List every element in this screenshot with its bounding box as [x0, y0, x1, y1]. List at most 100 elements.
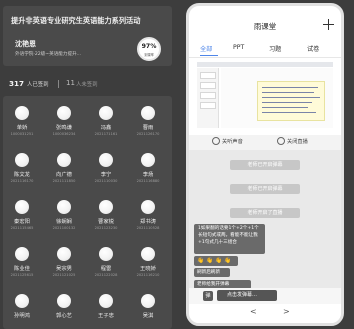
tab-ppt[interactable]: PPT	[233, 44, 244, 51]
content-tabs: 全部 PPT 习题 试卷	[189, 43, 341, 57]
phone-frame: 雨课堂 全部 PPT 习题 试卷 关听声音 关闭直播 老师已开启弹幕 老师已开启…	[186, 3, 344, 326]
student-card[interactable]: 陈文龙 2021116170	[3, 151, 41, 191]
student-name: 曹雨	[142, 125, 154, 131]
plus-icon[interactable]	[323, 19, 334, 30]
slide-thumbnail	[200, 82, 216, 89]
student-card[interactable]: 郑书涛 2021110528	[129, 198, 167, 238]
student-card[interactable]: 向广德 2021111850	[45, 151, 83, 191]
close-live-icon[interactable]	[277, 137, 285, 145]
student-id: 2021126170	[136, 132, 160, 136]
chat-feed: 老师已开启弹幕 老师已开启弹幕 老师开启了直播 1如果翻的话要1个+2个+1个长…	[189, 150, 341, 302]
student-card[interactable]: 孙明鸿	[3, 292, 41, 329]
hand-emoji-icon: 👋	[224, 258, 231, 264]
student-id: 2021116210	[136, 273, 160, 277]
student-avatar	[57, 294, 71, 308]
student-avatar	[141, 153, 155, 167]
student-card[interactable]: 徐娴娴 2021100132	[45, 198, 83, 238]
tab-exam[interactable]: 试卷	[307, 44, 319, 53]
student-card[interactable]: 秦宏阳 2021115465	[3, 198, 41, 238]
student-id: 2021123230	[94, 226, 118, 230]
student-name: 徐娴娴	[56, 219, 72, 225]
student-avatar	[99, 153, 113, 167]
system-message: 老师已开启弹幕	[230, 160, 300, 170]
app-title: 雨课堂	[253, 22, 277, 31]
mute-icon[interactable]	[212, 137, 220, 145]
text-line	[262, 92, 314, 94]
student-card[interactable]: 冯鑫 2021171161	[87, 104, 125, 144]
signed-label[interactable]: 人已签到	[27, 80, 49, 88]
signin-divider	[58, 80, 59, 88]
student-id: 2021122028	[94, 273, 118, 277]
student-avatar	[15, 200, 29, 214]
danmaku-toggle-button[interactable]: 弹	[203, 291, 213, 301]
student-card[interactable]: 陈业佳 2021125615	[3, 245, 41, 285]
student-card[interactable]: 吴宗男 2021121025	[45, 245, 83, 285]
left-panel: 提升非英语专业研究生英语能力系列活动 沈艳恩 外语学院·22级~英语能力提升..…	[0, 0, 182, 329]
student-avatar	[57, 200, 71, 214]
student-avatar	[141, 294, 155, 308]
text-line	[262, 102, 312, 104]
tab-exercise[interactable]: 习题	[269, 44, 281, 53]
student-name: 李宁	[100, 172, 112, 178]
phone-screen: 雨课堂 全部 PPT 习题 试卷 关听声音 关闭直播 老师已开启弹幕 老师已开启…	[189, 6, 341, 323]
slide-preview[interactable]	[189, 58, 341, 135]
slide-thumbnail	[200, 102, 216, 109]
close-live-button[interactable]: 关闭直播	[287, 138, 308, 145]
teacher-org: 外语学院·22级~英语能力提升...	[15, 52, 82, 57]
student-card[interactable]: 郭心艺	[45, 292, 83, 329]
signed-count: 317	[9, 79, 25, 88]
student-card[interactable]: 王晓娇 2021116210	[129, 245, 167, 285]
student-id: 2021116170	[10, 179, 34, 183]
student-id: 2021110528	[136, 226, 160, 230]
slide-thumbnail	[200, 72, 216, 79]
slide-thumbnail	[200, 92, 216, 99]
student-card[interactable]: 单娇 1000031251	[3, 104, 41, 144]
student-id: 2021121025	[52, 273, 76, 277]
student-name: 吴淇	[142, 313, 154, 319]
student-name: 郑书涛	[140, 219, 156, 225]
active-tab-underline	[200, 55, 218, 57]
student-name: 陈业佳	[14, 266, 30, 272]
next-arrow-icon[interactable]: >	[283, 307, 290, 316]
slide-thumbnails	[197, 68, 219, 128]
student-name: 曹家锐	[98, 219, 114, 225]
unsigned-label[interactable]: 人未签到	[76, 80, 98, 88]
student-name: 王晓娇	[140, 266, 156, 272]
tab-all[interactable]: 全部	[200, 44, 212, 53]
slide-toolbar	[197, 62, 333, 67]
student-id: 2021111850	[52, 179, 76, 183]
student-avatar	[57, 106, 71, 120]
mute-audio-button[interactable]: 关听声音	[222, 138, 243, 145]
student-card[interactable]: 程雷 2021122028	[87, 245, 125, 285]
signin-summary: 317 人已签到 11 人未签到	[3, 76, 172, 92]
attendance-rate-label: 到课率	[144, 53, 154, 57]
student-id: 2021125615	[10, 273, 34, 277]
prev-arrow-icon[interactable]: <	[250, 307, 257, 316]
student-id: 1000036234	[52, 132, 76, 136]
student-avatar	[99, 247, 113, 261]
emoji-message: 👋 👋 👋 👋	[194, 256, 238, 266]
screen-root: 提升非英语专业研究生英语能力系列活动 沈艳恩 外语学院·22级~英语能力提升..…	[0, 0, 354, 329]
student-name: 秦宏阳	[14, 219, 30, 225]
student-id: 2021100132	[52, 226, 76, 230]
student-grid: 单娇 1000031251 张鸣谦 1000036234 冯鑫 20211711…	[3, 96, 172, 329]
student-name: 郭心艺	[56, 313, 72, 319]
student-card[interactable]: 张鸣谦 1000036234	[45, 104, 83, 144]
student-card[interactable]: 王子忠	[87, 292, 125, 329]
student-avatar	[15, 153, 29, 167]
student-avatar	[57, 153, 71, 167]
page-highlight	[257, 81, 325, 121]
text-line	[262, 107, 308, 109]
student-card[interactable]: 曹雨 2021126170	[129, 104, 167, 144]
student-avatar	[15, 106, 29, 120]
student-id: 2021116880	[136, 179, 160, 183]
danmaku-input-row: 弹 点击发弹幕…	[189, 288, 341, 304]
student-name: 陈文龙	[14, 172, 30, 178]
danmaku-input[interactable]: 点击发弹幕…	[217, 290, 277, 301]
hand-emoji-icon: 👋	[197, 258, 204, 264]
student-card[interactable]: 曹家锐 2021123230	[87, 198, 125, 238]
student-card[interactable]: 李炀 2021116880	[129, 151, 167, 191]
student-card[interactable]: 李宁 2021110030	[87, 151, 125, 191]
course-title: 提升非英语专业研究生英语能力系列活动	[11, 16, 141, 25]
student-card[interactable]: 吴淇	[129, 292, 167, 329]
